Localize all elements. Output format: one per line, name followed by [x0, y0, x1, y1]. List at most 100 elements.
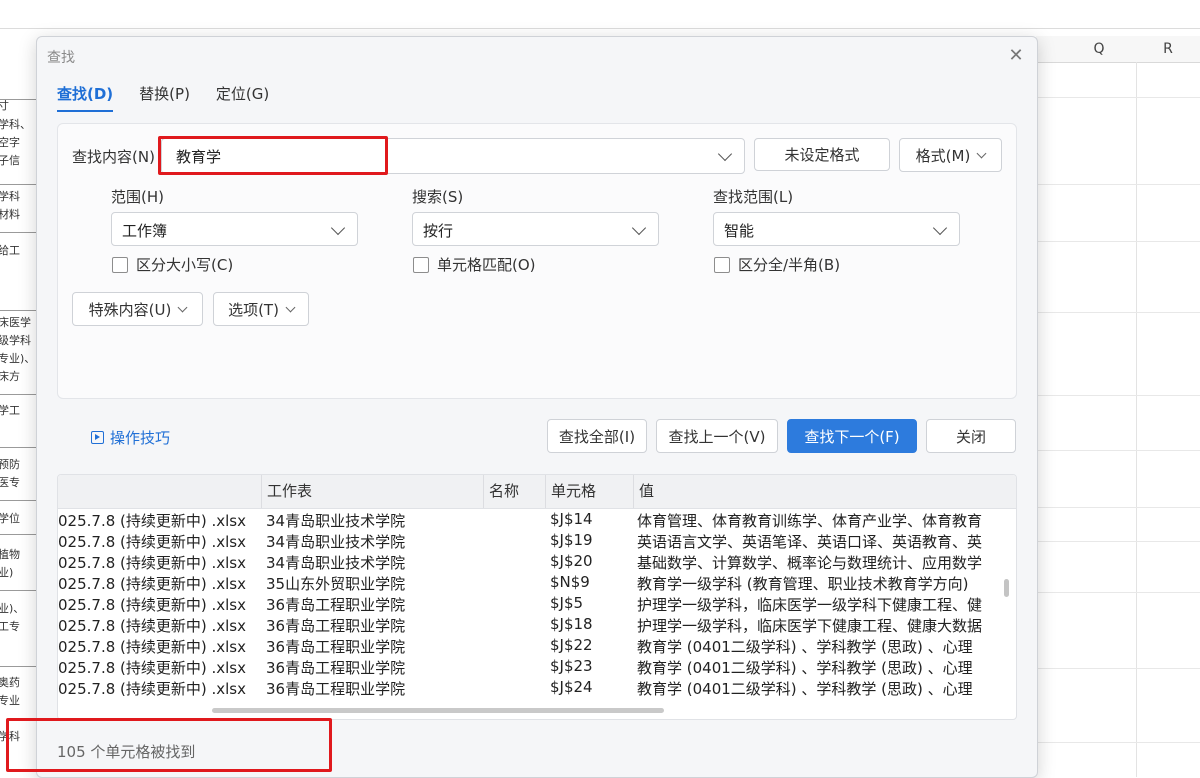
result-sheet: 36青岛工程职业学院: [266, 596, 406, 614]
result-cell: $J$20: [550, 552, 593, 570]
cell-fragment: 给工: [0, 244, 20, 257]
format-status-button[interactable]: 未设定格式: [754, 138, 890, 171]
result-value: 体育管理、体育教育训练学、体育产业学、体育教育: [637, 512, 983, 530]
format-button[interactable]: 格式(M): [899, 138, 1002, 172]
column-header-blank[interactable]: [1036, 36, 1063, 63]
row-line: [0, 99, 36, 100]
chevron-down-icon: [976, 148, 987, 158]
find-next-button[interactable]: 查找下一个(F): [787, 419, 917, 453]
options-button[interactable]: 选项(T): [213, 292, 309, 326]
checkbox-icon: [714, 256, 730, 273]
cell-fragment: 专业)、: [0, 352, 36, 365]
column-header-sheet[interactable]: 工作表: [262, 475, 484, 508]
table-row[interactable]: 025.7.8 (持续更新中) .xlsx 34青岛职业技术学院 $J$14 体育管理…: [58, 509, 1006, 530]
dialog-tabs: 查找(D) 替换(P) 定位(G): [57, 83, 295, 112]
cell-fragment: 业)、: [0, 602, 25, 615]
grid-line: [1036, 507, 1200, 508]
result-workbook: 025.7.8 (持续更新中) .xlsx: [58, 596, 246, 614]
cell-fragment: 床方: [0, 370, 20, 383]
special-content-button[interactable]: 特殊内容(U): [72, 292, 203, 326]
table-row[interactable]: 025.7.8 (持续更新中) .xlsx 36青岛工程职业学院 $J$23 教育学 …: [58, 656, 1006, 677]
cell-fragment: 业): [0, 566, 14, 579]
close-button[interactable]: 关闭: [926, 419, 1016, 453]
row-line: [0, 666, 36, 667]
find-previous-button[interactable]: 查找上一个(V): [656, 419, 778, 453]
chevron-down-icon: [631, 220, 647, 236]
results-body: 025.7.8 (持续更新中) .xlsx 34青岛职业技术学院 $J$14 体育管理…: [58, 509, 1006, 698]
scope-value: 工作簿: [122, 222, 168, 240]
cell-fragment: 植物: [0, 548, 20, 561]
column-header-cell[interactable]: 单元格: [546, 475, 634, 508]
column-header-r[interactable]: R: [1136, 36, 1200, 63]
result-cell: $J$14: [550, 510, 593, 528]
cell-fragment: 材料: [0, 208, 20, 221]
result-sheet: 36青岛工程职业学院: [266, 617, 406, 635]
table-row[interactable]: 025.7.8 (持续更新中) .xlsx 34青岛职业技术学院 $J$19 英语语言…: [58, 530, 1006, 551]
column-header-q[interactable]: Q: [1062, 36, 1137, 63]
match-cell-checkbox[interactable]: 单元格匹配(O): [413, 254, 536, 275]
cell-fragment: 空字: [0, 136, 20, 149]
row-line: [0, 534, 36, 535]
chevron-down-icon[interactable]: [717, 146, 733, 162]
scope-select[interactable]: 工作簿: [111, 212, 358, 246]
table-row[interactable]: 025.7.8 (持续更新中) .xlsx 36青岛工程职业学院 $J$5 护理学一级…: [58, 593, 1006, 614]
result-workbook: 025.7.8 (持续更新中) .xlsx: [58, 638, 246, 656]
format-button-label: 格式(M): [915, 146, 971, 165]
tips-link[interactable]: 操作技巧: [91, 427, 170, 448]
result-sheet: 36青岛工程职业学院: [266, 638, 406, 656]
column-header-value[interactable]: 值: [634, 475, 1016, 508]
search-select[interactable]: 按行: [412, 212, 659, 246]
highlight-box-search-term: [158, 136, 388, 175]
cell-fragment: 床医学: [0, 316, 31, 329]
result-sheet: 34青岛职业技术学院: [266, 512, 406, 530]
sheet-top-bar: [0, 0, 1200, 29]
table-row[interactable]: 025.7.8 (持续更新中) .xlsx 35山东外贸职业学院 $N$9 教育学一级…: [58, 572, 1006, 593]
cell-fragment: 级学科: [0, 334, 31, 347]
table-row[interactable]: 025.7.8 (持续更新中) .xlsx 36青岛工程职业学院 $J$24 教育学 …: [58, 677, 1006, 698]
grid-line: [1036, 592, 1200, 593]
dialog-title: 查找: [47, 50, 75, 66]
row-line: [0, 310, 36, 311]
row-line: [0, 447, 36, 448]
chevron-down-icon: [330, 220, 346, 236]
result-workbook: 025.7.8 (持续更新中) .xlsx: [58, 680, 246, 698]
tab-goto[interactable]: 定位(G): [216, 83, 269, 112]
table-row[interactable]: 025.7.8 (持续更新中) .xlsx 36青岛工程职业学院 $J$18 护理学一…: [58, 614, 1006, 635]
grid-line: [1036, 395, 1200, 396]
match-cell-label: 单元格匹配(O): [437, 256, 536, 274]
grid-line: [1036, 241, 1200, 242]
close-icon[interactable]: ✕: [1005, 45, 1027, 67]
table-row[interactable]: 025.7.8 (持续更新中) .xlsx 34青岛职业技术学院 $J$20 基础数学…: [58, 551, 1006, 572]
look-in-label: 查找范围(L): [713, 188, 794, 206]
cell-fragment: 预防: [0, 458, 20, 471]
horizontal-scrollbar[interactable]: [212, 708, 664, 713]
match-case-label: 区分大小写(C): [136, 256, 234, 274]
cell-fragment: 工专: [0, 620, 20, 633]
result-value: 教育学 (0401二级学科) 、学科教学 (思政) 、心理: [637, 659, 973, 677]
result-sheet: 34青岛职业技术学院: [266, 533, 406, 551]
cell-fragment: 学科、: [0, 118, 31, 131]
highlight-box-result-count: [6, 718, 332, 772]
column-header-name[interactable]: 名称: [484, 475, 546, 508]
column-header-workbook[interactable]: [58, 475, 262, 508]
grid-line: [1036, 450, 1200, 451]
row-line: [0, 232, 36, 233]
vertical-scrollbar[interactable]: [1004, 579, 1009, 597]
match-width-checkbox[interactable]: 区分全/半角(B): [714, 254, 840, 275]
left-cell-fragments: 寸 学科、 空字 子信 学科 材料 给工 床医学 级学科 专业)、 床方 学工 …: [0, 62, 36, 777]
find-all-button[interactable]: 查找全部(I): [547, 419, 647, 453]
table-row[interactable]: 025.7.8 (持续更新中) .xlsx 36青岛工程职业学院 $J$22 教育学 …: [58, 635, 1006, 656]
chevron-down-icon: [932, 220, 948, 236]
result-sheet: 36青岛工程职业学院: [266, 680, 406, 698]
search-value: 按行: [423, 222, 454, 240]
options-label: 选项(T): [228, 300, 279, 319]
special-content-label: 特殊内容(U): [88, 300, 172, 319]
look-in-select[interactable]: 智能: [713, 212, 960, 246]
cell-fragment: 子信: [0, 154, 20, 167]
result-sheet: 36青岛工程职业学院: [266, 659, 406, 677]
look-in-value: 智能: [724, 222, 755, 240]
tab-replace[interactable]: 替换(P): [139, 83, 190, 112]
tab-find[interactable]: 查找(D): [57, 83, 114, 112]
match-case-checkbox[interactable]: 区分大小写(C): [112, 254, 233, 275]
cell-fragment: 学科: [0, 190, 20, 203]
